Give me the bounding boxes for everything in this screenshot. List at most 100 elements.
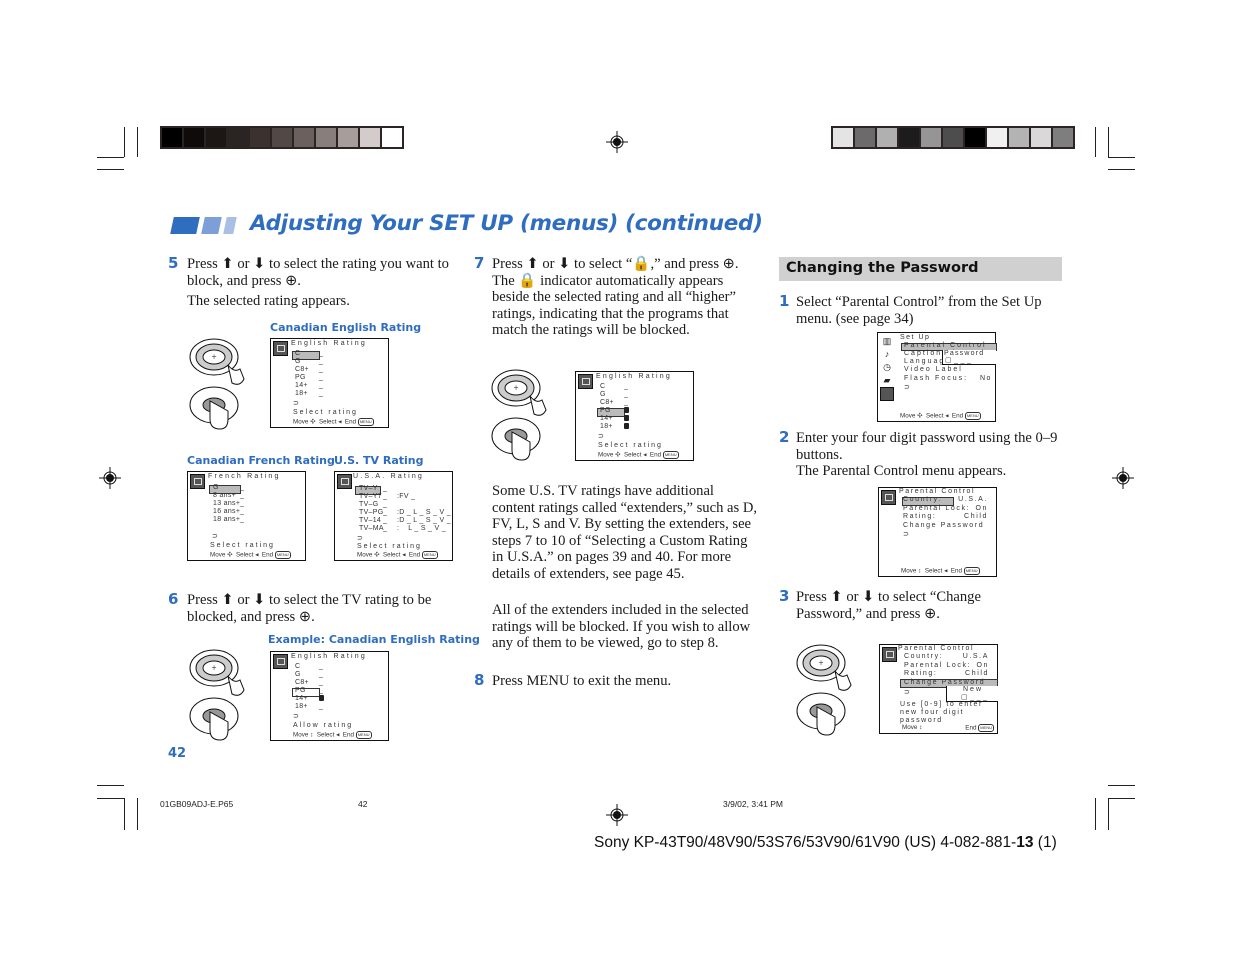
color-swatch [228,128,248,147]
caption-canadian-english: Canadian English Rating [270,321,422,334]
rating-label: TV–Y [359,485,378,492]
return-icon: ⊃ [598,433,605,440]
rating-value: _ [240,516,245,523]
popup-value: ▢ _ _ _ [961,694,988,701]
footer-select: Select [382,551,401,559]
rating-value: _ [240,484,245,491]
rating-label: 13 ans+ [213,500,241,507]
parental-lock-icon [273,654,288,669]
rating-label: G [213,484,219,491]
registration-mark-icon [99,467,121,489]
step-number: 1 [779,292,790,310]
page-title: Adjusting Your SET UP (menus) (continued… [250,211,763,236]
menu-key-icon: MENU [357,418,374,426]
footer-end: End [950,567,962,575]
registration-mark-icon [1112,467,1134,489]
menu-value: Child [965,670,989,677]
step-text: Press ⬆ or ⬇ to select the TV rating to … [187,592,432,625]
color-swatch [855,128,875,147]
rating-value: _ [240,508,245,515]
osd-footer: Move ✣ Select ◂ End MENU [598,451,679,459]
menu-item: Country: [903,496,943,503]
color-swatch [1031,128,1051,147]
osd-parental-control: Parental Control ⊃ Move ↕ Select ◂ End M… [878,487,997,577]
return-icon: ⊃ [357,535,364,542]
osd-footer: Move ↕ Select ◂ End MENU [901,567,980,575]
setup-sidebar-icons: ▥ ♪ ◷ ▰ [880,335,894,405]
color-swatch [899,128,919,147]
step-text: Press ⬆ or ⬇ to select “Change Password,… [796,589,981,622]
popup-label: New [963,686,984,693]
slug-page: 42 [358,799,368,809]
rating-value: _ [624,399,629,406]
osd-footer: Move ↕ Select ◂ End MENU [293,731,372,739]
footer-end: End [344,418,357,426]
menu-value: On [975,504,988,512]
osd-footer: Move ✣ Select ◂ End MENU [210,551,291,559]
menu-value: Child [964,513,988,520]
return-icon: ⊃ [904,384,911,391]
rating-label: G [295,358,301,365]
rating-label: 14+ [295,695,308,702]
color-swatch [833,128,853,147]
rating-label: PG [295,687,306,694]
menu-key-icon: MENU [662,451,679,459]
menu-value: U.S.A. [958,496,988,503]
menu-item: Rating: [903,513,937,520]
parental-lock-icon [578,374,593,389]
osd-status: Select rating [357,543,422,550]
osd-hint: Use [0-9] to enter [900,701,983,708]
parental-lock-icon [337,474,352,489]
model-revision: 13 [1016,834,1034,851]
rating-label: TV–Y7 [359,493,382,500]
menu-value: On [976,661,989,669]
footer-move: Move [357,551,373,559]
model-prefix: Sony KP-43T90/48V90/53S76/53V90/61V90 (U… [594,834,1017,851]
return-icon: ⊃ [293,713,300,720]
step-text: The selected rating appears. [187,293,350,309]
rating-value: _ [319,358,324,365]
osd-heading: Parental Control [899,488,976,495]
remote-control-icon: + [189,338,245,430]
registration-mark-icon [606,131,628,153]
rating-value: _ [319,382,324,389]
rating-value: _ [240,500,245,507]
footer-end: End [261,551,274,559]
caption-canadian-french: Canadian French Rating [187,454,335,467]
rating-label: C8+ [600,399,614,406]
footer-select: Select [924,567,943,575]
rating-value: _ [319,374,324,381]
model-suffix: (1) [1033,834,1057,851]
menu-item: Flash Focus: [904,375,969,382]
menu-key-icon: MENU [964,412,981,420]
osd-hint: password [900,717,943,724]
osd-status: Select rating [293,409,358,416]
rating-label: PG [295,374,306,381]
popup-value: ▢ _ _ _ [945,357,972,364]
rating-label: 8 ans+ [213,492,237,499]
footer-move: Move [210,551,226,559]
osd-status: Allow rating [293,722,354,729]
menu-item: Parental Lock: [904,661,972,669]
footer-select: Select [235,551,254,559]
rating-label: PG [600,407,611,414]
section-header: Changing the Password [779,257,1062,281]
osd-heading: U.S.A. Rating [353,473,425,480]
return-icon: ⊃ [904,689,911,696]
new-password-popup: New ▢ _ _ _ [946,686,998,702]
title-decoration [170,217,237,234]
lock-icon [319,695,324,702]
rating-label: 14+ [600,415,613,422]
rating-label: C [295,663,301,670]
rating-label: TV–14 [359,517,382,524]
menu-value: U.S.A [962,653,989,660]
osd-heading: Parental Control [898,645,975,652]
svg-text:+: + [211,663,216,673]
color-swatch [877,128,897,147]
osd-footer: Move ↕ End MENU [902,724,994,732]
rating-label: G [295,671,301,678]
paragraph: All of the extenders included in the sel… [492,602,751,651]
parental-lock-icon [882,647,897,662]
rating-value: _ [319,366,324,373]
remote-control-icon: + [491,369,547,461]
